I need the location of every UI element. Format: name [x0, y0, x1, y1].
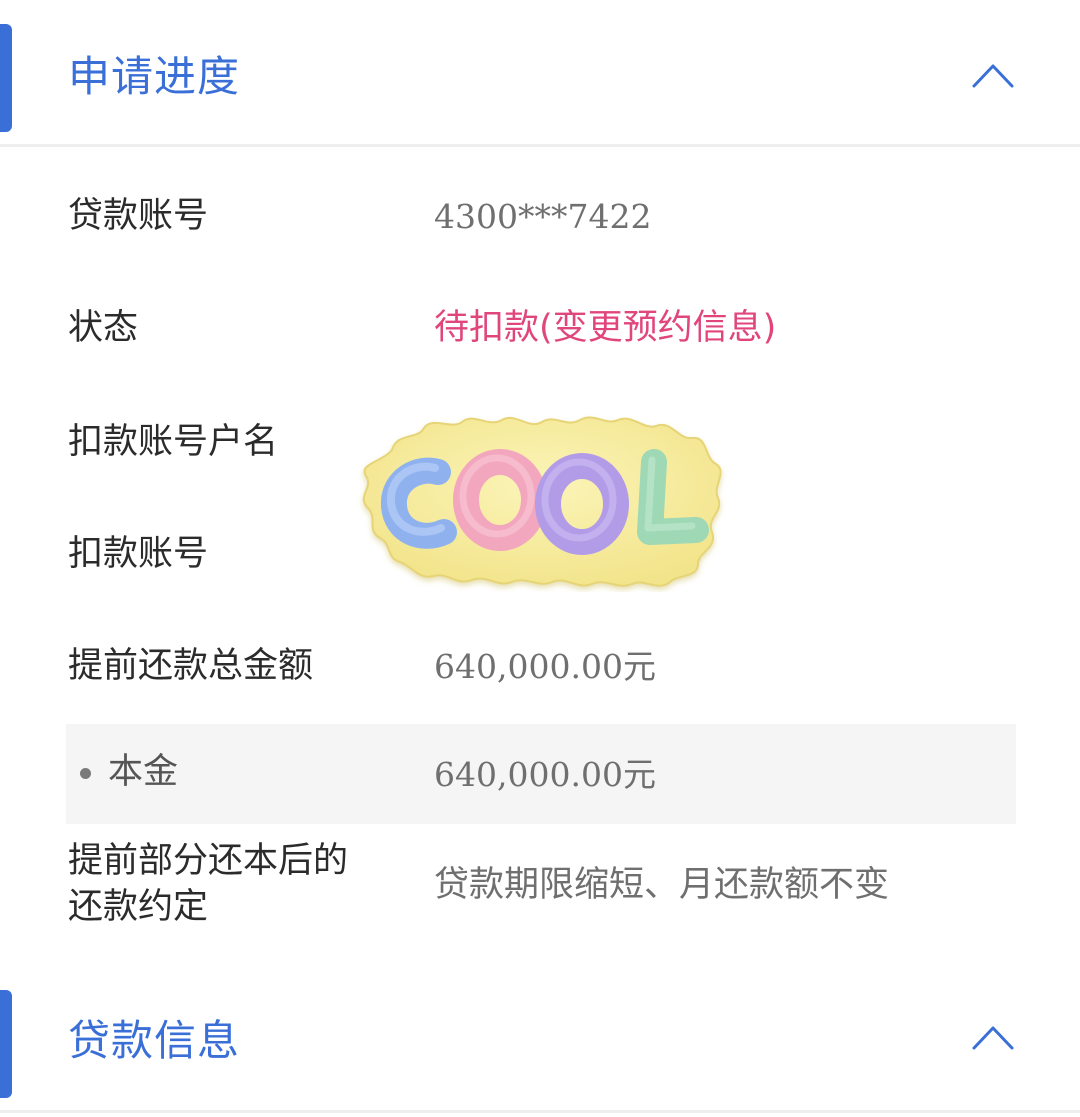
chevron-up-icon[interactable]	[970, 52, 1016, 98]
progress-section-header[interactable]: 申请进度	[0, 6, 1080, 146]
status-row: 状态 待扣款(变更预约信息)	[0, 308, 1080, 368]
loan-info-section-title: 贷款信息	[68, 1016, 241, 1065]
repay-agreement-value: 贷款期限缩短、月还款额不变	[434, 865, 890, 905]
principal-row: 本金 640,000.00元	[0, 754, 1080, 814]
progress-section-title: 申请进度	[68, 52, 241, 101]
status-value[interactable]: 待扣款(变更预约信息)	[434, 311, 776, 346]
loan-info-accent-bar	[0, 990, 12, 1098]
loan-info-section-header[interactable]: 贷款信息	[0, 972, 1080, 1112]
loan-account-label: 贷款账号	[68, 196, 209, 236]
loan-account-value: 4300***7422	[434, 197, 652, 236]
prepay-total-row: 提前还款总金额 640,000.00元	[0, 646, 1080, 706]
status-label: 状态	[68, 308, 139, 348]
loan-account-row: 贷款账号 4300***7422	[0, 196, 1080, 256]
loan-prepayment-detail-page: 申请进度 贷款账号 4300***7422 状态 待扣款(变更预约信息) 扣款账…	[0, 0, 1080, 1117]
repay-agreement-row: 提前部分还本后的 还款约定 贷款期限缩短、月还款额不变	[0, 840, 1080, 940]
prepay-total-value: 640,000.00元	[434, 647, 656, 686]
bullet-icon	[80, 768, 91, 779]
principal-label: 本金	[108, 752, 179, 792]
chevron-up-icon[interactable]	[970, 1014, 1016, 1060]
loan-info-header-divider	[0, 1110, 1080, 1113]
prepay-total-label: 提前还款总金额	[68, 646, 314, 686]
cool-sticker	[352, 410, 728, 592]
progress-accent-bar	[0, 24, 12, 132]
debit-account-label: 扣款账号	[68, 534, 209, 574]
principal-value: 640,000.00元	[434, 755, 656, 794]
repay-agreement-label-line1: 提前部分还本后的	[68, 841, 349, 881]
progress-header-divider	[0, 144, 1080, 147]
repay-agreement-label-line2: 还款约定	[68, 887, 209, 927]
debit-account-name-label: 扣款账号户名	[68, 422, 279, 462]
